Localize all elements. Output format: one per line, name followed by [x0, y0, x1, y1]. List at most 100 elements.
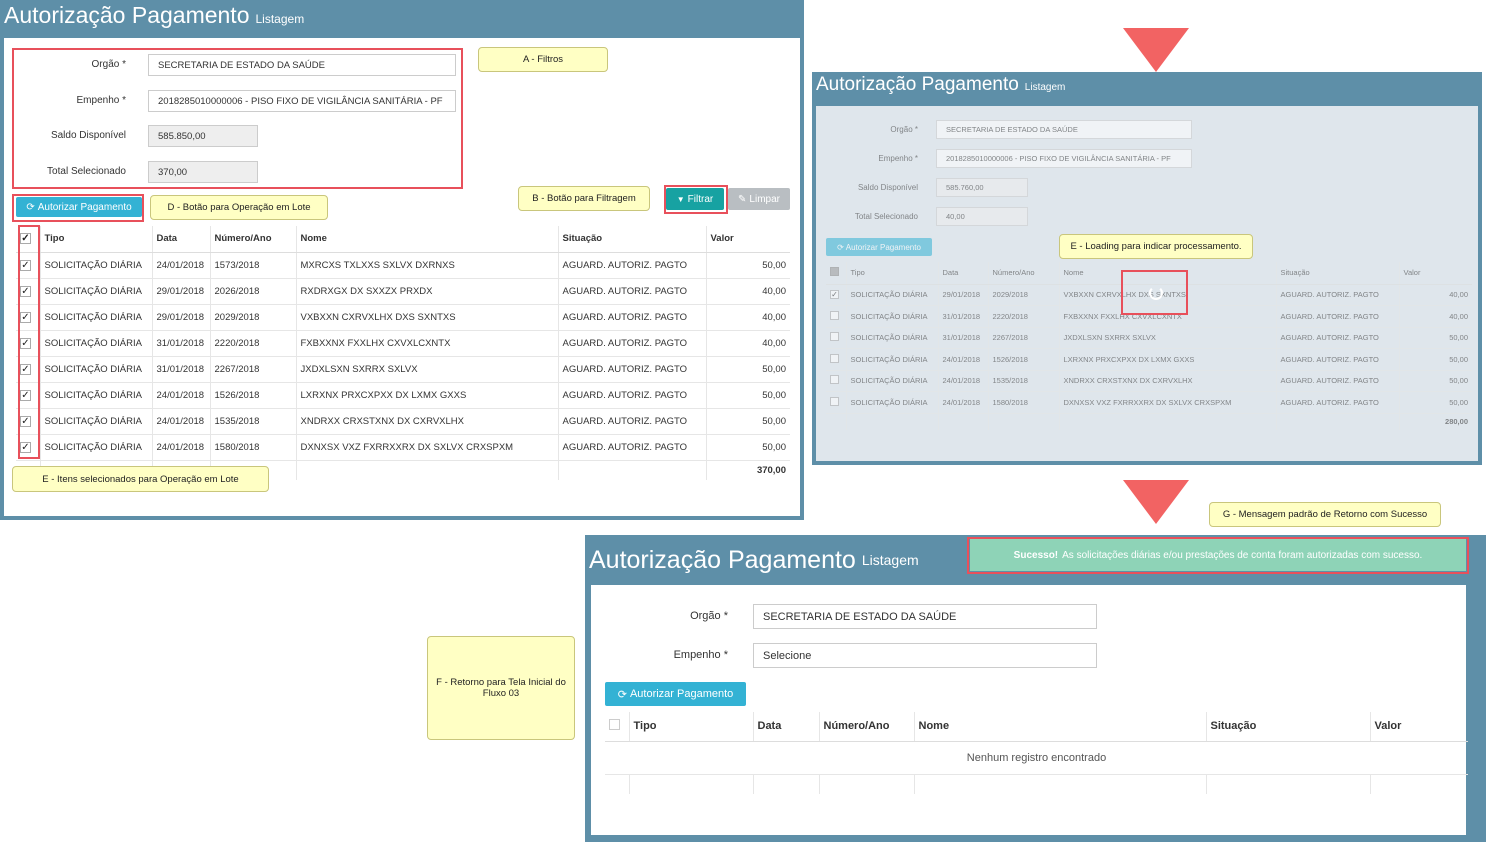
limpar-button[interactable]: ✎ Limpar	[728, 188, 790, 210]
table-cell: 31/01/2018	[151, 329, 210, 356]
eraser-icon: ✎	[738, 193, 747, 205]
table-row[interactable]: ✓ SOLICITAÇÃO DIÁRIA 24/01/2018 1573/2018 MX…	[16, 251, 790, 278]
orgao-label: Orgão *	[890, 125, 918, 134]
limpar-label: Limpar	[749, 193, 780, 205]
page-subtitle: Listagem	[1024, 82, 1066, 93]
table-row[interactable]: ✓ SOLICITAÇÃO DIÁRIA 29/01/2018 2029/2018 VX…	[16, 303, 790, 330]
checkbox-icon	[830, 266, 839, 276]
col-valor[interactable]: Valor	[705, 226, 790, 253]
table-cell: 29/01/2018	[151, 277, 210, 304]
table-cell: 40,00	[705, 303, 790, 330]
table-cell: JXDXLSXN SXRRX SXLVX	[295, 355, 558, 382]
table-row[interactable]: ✓ SOLICITAÇÃO DIÁRIA 24/01/2018 1526/2018 LX…	[16, 381, 790, 408]
table-cell: SOLICITAÇÃO DIÁRIA	[39, 251, 152, 278]
table-cell: 24/01/2018	[937, 369, 988, 392]
table-cell: 50,00	[705, 433, 790, 460]
table-cell: 24/01/2018	[151, 407, 210, 434]
table-cell: SOLICITAÇÃO DIÁRIA	[845, 326, 938, 349]
empenho-select[interactable]: Selecione	[753, 643, 1097, 668]
table-cell: 40,00	[1398, 305, 1472, 327]
select-all-checkbox[interactable]	[609, 719, 620, 731]
orgao-label: Orgão *	[690, 610, 728, 622]
col-numero: Número/Ano	[987, 262, 1059, 285]
orgao-field[interactable]: SECRETARIA DE ESTADO DA SAÚDE	[753, 604, 1097, 629]
table-cell: LXRXNX PRXCXPXX DX LXMX GXXS	[295, 381, 558, 408]
table-cell: 50,00	[1398, 369, 1472, 392]
table-row[interactable]: ✓ SOLICITAÇÃO DIÁRIA 29/01/2018 2026/2018 RX…	[16, 277, 790, 304]
table-cell: 24/01/2018	[937, 391, 988, 413]
table-row[interactable]: ✓ SOLICITAÇÃO DIÁRIA 31/01/2018 2220/2018 FX…	[16, 329, 790, 356]
table-cell: 1535/2018	[209, 407, 296, 434]
callout-b: B - Botão para Filtragem	[518, 186, 650, 211]
row-checkbox	[830, 353, 839, 363]
page-subtitle: Listagem	[861, 552, 919, 568]
table-cell: SOLICITAÇÃO DIÁRIA	[845, 283, 938, 306]
row-checkbox	[830, 332, 839, 342]
table-cell: 40,00	[705, 329, 790, 356]
table-cell: 2220/2018	[987, 305, 1059, 327]
callout-d: D - Botão para Operação em Lote	[150, 195, 328, 220]
page-subtitle: Listagem	[255, 12, 305, 26]
autorizar-label: Autorizar Pagamento	[845, 242, 921, 252]
table-cell: AGUARD. AUTORIZ. PAGTO	[1275, 348, 1399, 370]
results-table: Tipo Data Número/Ano Nome Situação Valor…	[605, 712, 1468, 794]
page-title: Autorização Pagamento	[4, 2, 250, 28]
row-checkbox	[830, 396, 839, 406]
total-field: 40,00	[936, 207, 1028, 226]
table-cell: 1580/2018	[209, 433, 296, 460]
table-cell: AGUARD. AUTORIZ. PAGTO	[1275, 391, 1399, 413]
col-tipo[interactable]: Tipo	[39, 226, 152, 253]
table-cell: SOLICITAÇÃO DIÁRIA	[39, 407, 152, 434]
table-cell: DXNXSX VXZ FXRRXXRX DX SXLVX CRXSPXM	[1058, 391, 1276, 413]
row-checkbox: ✓	[830, 290, 839, 300]
col-valor[interactable]: Valor	[1369, 712, 1468, 742]
col-nome[interactable]: Nome	[295, 226, 558, 253]
table-row: SOLICITAÇÃO DIÁRIA 24/01/2018 1580/2018 DXN…	[826, 391, 1472, 413]
total-label: Total Selecionado	[854, 212, 918, 221]
page-title: Autorização Pagamento	[816, 74, 1019, 95]
table-cell: 2220/2018	[209, 329, 296, 356]
table-cell: SOLICITAÇÃO DIÁRIA	[845, 348, 938, 370]
col-situacao[interactable]: Situação	[1205, 712, 1370, 742]
col-situacao[interactable]: Situação	[557, 226, 706, 253]
col-numero[interactable]: Número/Ano	[209, 226, 296, 253]
table-row: SOLICITAÇÃO DIÁRIA 24/01/2018 1526/2018 LXR…	[826, 348, 1472, 370]
callout-e1: E - Itens selecionados para Operação em …	[12, 466, 269, 492]
empenho-label: Empenho *	[673, 649, 728, 661]
panel-loading: Autorização Pagamento Listagem Orgão * S…	[812, 72, 1482, 465]
col-tipo[interactable]: Tipo	[628, 712, 753, 742]
table-row[interactable]: ✓ SOLICITAÇÃO DIÁRIA 31/01/2018 2267/2018 JX…	[16, 355, 790, 382]
page-header: Autorização Pagamento Listagem	[812, 72, 1482, 106]
table-row[interactable]: ✓ SOLICITAÇÃO DIÁRIA 24/01/2018 1580/2018 DX…	[16, 433, 790, 460]
callout-a: A - Filtros	[478, 47, 608, 72]
autorizar-pagamento-button[interactable]: ⟳ Autorizar Pagamento	[605, 682, 746, 706]
autorizar-label: Autorizar Pagamento	[629, 688, 734, 700]
table-cell: 50,00	[1398, 326, 1472, 349]
table-cell: AGUARD. AUTORIZ. PAGTO	[557, 381, 706, 408]
table-row[interactable]: ✓ SOLICITAÇÃO DIÁRIA 24/01/2018 1535/2018 XN…	[16, 407, 790, 434]
table-cell: AGUARD. AUTORIZ. PAGTO	[557, 407, 706, 434]
table-cell: SOLICITAÇÃO DIÁRIA	[845, 305, 938, 327]
table-cell: 50,00	[705, 251, 790, 278]
table-cell: AGUARD. AUTORIZ. PAGTO	[557, 251, 706, 278]
table-total-row: 280,00	[826, 412, 1472, 430]
col-numero[interactable]: Número/Ano	[818, 712, 914, 742]
col-data[interactable]: Data	[151, 226, 210, 253]
col-valor: Valor	[1398, 262, 1472, 285]
flow-arrow-down	[1123, 480, 1189, 524]
row-checkbox	[830, 310, 839, 320]
table-cell: AGUARD. AUTORIZ. PAGTO	[1275, 305, 1399, 327]
table-cell: AGUARD. AUTORIZ. PAGTO	[557, 355, 706, 382]
table-cell: 50,00	[705, 355, 790, 382]
col-data[interactable]: Data	[752, 712, 819, 742]
table-cell: VXBXXN CXRVXLHX DXS SXNTXS	[295, 303, 558, 330]
table-cell: AGUARD. AUTORIZ. PAGTO	[557, 329, 706, 356]
col-nome[interactable]: Nome	[913, 712, 1206, 742]
table-cell: 2029/2018	[987, 283, 1059, 306]
table-cell: 2029/2018	[209, 303, 296, 330]
table-cell: AGUARD. AUTORIZ. PAGTO	[557, 433, 706, 460]
table-cell: 1526/2018	[209, 381, 296, 408]
table-cell: AGUARD. AUTORIZ. PAGTO	[557, 303, 706, 330]
table-cell: 40,00	[1398, 283, 1472, 306]
table-cell: 1580/2018	[987, 391, 1059, 413]
